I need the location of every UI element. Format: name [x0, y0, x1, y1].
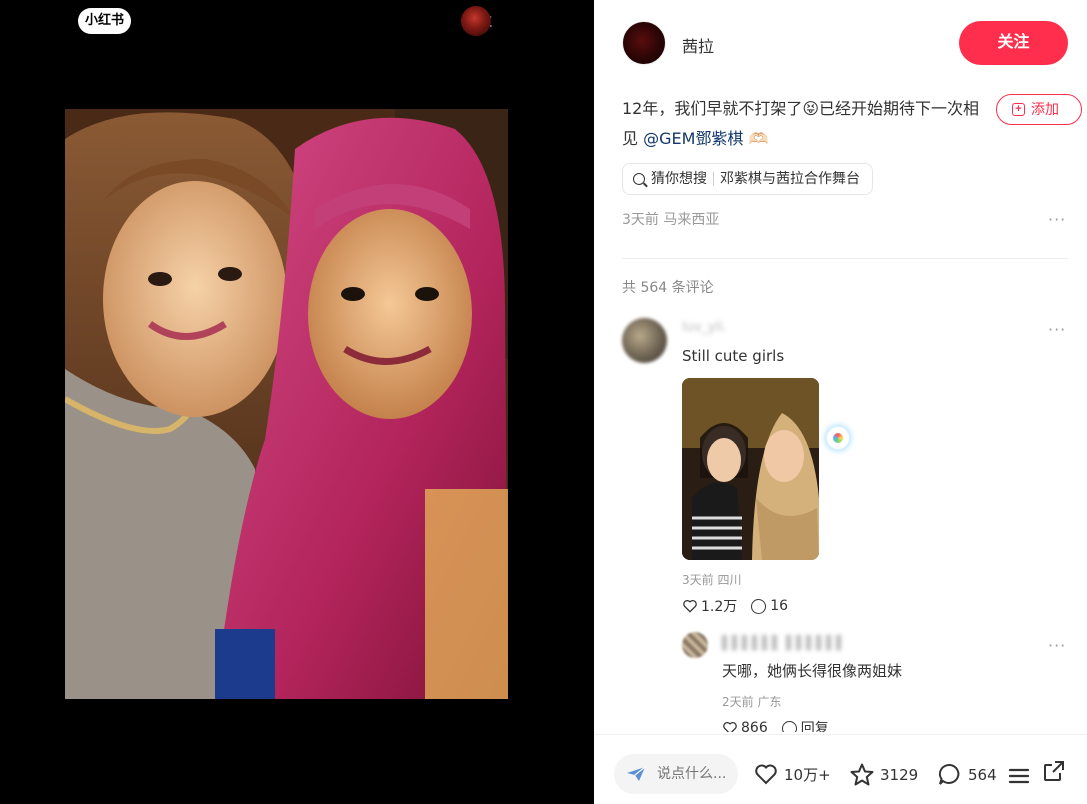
comment-text: Still cute girls — [682, 347, 785, 365]
follow-button[interactable]: 关注 — [959, 21, 1068, 65]
comment-reply-count: 16 — [770, 598, 789, 614]
comment-actions: 1.2万 16 — [682, 596, 802, 616]
heart-icon — [723, 721, 737, 732]
comment-count-bottom: 564 — [968, 765, 997, 784]
bottom-action-bar: 10万+ 3129 564 — [594, 734, 1087, 804]
sticker-icon[interactable] — [825, 425, 851, 451]
author-avatar[interactable] — [622, 21, 666, 65]
reply-username[interactable]: ▌▌▌▌▌▌ ▌▌▌▌▌▌ — [722, 636, 846, 651]
mention-link[interactable]: @GEM鄧紫棋 — [643, 129, 743, 148]
share-icon[interactable] — [1042, 759, 1066, 783]
comment-button[interactable]: 564 — [938, 763, 997, 786]
reply-avatar[interactable] — [682, 632, 708, 658]
suggested-search-tag[interactable]: 猜你想搜 邓紫棋与茜拉合作舞台 — [622, 163, 873, 195]
menu-icon[interactable] — [1008, 767, 1030, 785]
plus-square-icon: + — [1012, 103, 1025, 116]
note-more-icon[interactable]: ··· — [1048, 210, 1066, 229]
comment-image[interactable] — [682, 378, 819, 560]
collect-button[interactable]: 3129 — [850, 763, 918, 786]
comment-image-illustration — [682, 378, 819, 560]
note-detail-panel: 茜拉 关注 12年，我们早就不打架了😝已经开始期待下一次相见 @GEM鄧紫棋 🫶… — [594, 0, 1087, 804]
app-root: 小红书 茜拉 关注 12年，我们早就不打架了😝已经开始期待下一次相见 @GEM鄧… — [0, 0, 1087, 804]
heart-icon — [683, 599, 697, 613]
note-content: 12年，我们早就不打架了😝已经开始期待下一次相见 @GEM鄧紫棋 🫶🏻 — [622, 94, 982, 154]
divider — [622, 258, 1068, 259]
reply-text: 天哪，她俩长得很像两姐妹 — [722, 662, 903, 680]
reply-more-icon[interactable]: ··· — [1048, 636, 1066, 655]
author-name[interactable]: 茜拉 — [682, 33, 714, 57]
comment-bubble-icon — [751, 598, 767, 614]
add-button-label: 添加 — [1031, 101, 1059, 117]
media-viewer: 小红书 茜拉 — [0, 0, 594, 804]
search-icon — [633, 173, 645, 185]
reply-meta: 2天前 广东 — [722, 695, 782, 709]
like-count: 10万+ — [784, 765, 831, 784]
comment-icon — [938, 764, 960, 785]
post-photo-illustration — [65, 109, 508, 699]
comment-like-count: 1.2万 — [701, 599, 738, 615]
emoji-icon: 🫶🏻 — [748, 129, 769, 148]
post-photo[interactable] — [65, 109, 508, 699]
comment-more-icon[interactable]: ··· — [1048, 320, 1066, 339]
paper-plane-icon — [627, 766, 646, 781]
collect-count: 3129 — [880, 765, 919, 784]
comment-reply-button[interactable]: 16 — [751, 598, 788, 614]
comment-like-button[interactable]: 1.2万 — [682, 596, 737, 616]
heart-icon — [755, 764, 777, 785]
comment-avatar[interactable] — [622, 318, 667, 363]
comment-username[interactable]: luv_yli. — [682, 320, 727, 335]
like-button[interactable]: 10万+ — [754, 763, 831, 785]
search-query: 邓紫棋与茜拉合作舞台 — [720, 171, 860, 187]
comment-meta: 3天前 四川 — [682, 573, 742, 587]
brand-logo[interactable]: 小红书 — [78, 8, 131, 34]
star-icon — [850, 763, 874, 786]
search-divider — [713, 172, 714, 186]
comment-count: 共 564 条评论 — [622, 280, 714, 296]
add-button[interactable]: + 添加 — [996, 94, 1082, 125]
note-meta: 3天前 马来西亚 — [622, 212, 720, 228]
media-author-avatar[interactable] — [461, 6, 491, 36]
search-prefix: 猜你想搜 — [651, 171, 707, 187]
